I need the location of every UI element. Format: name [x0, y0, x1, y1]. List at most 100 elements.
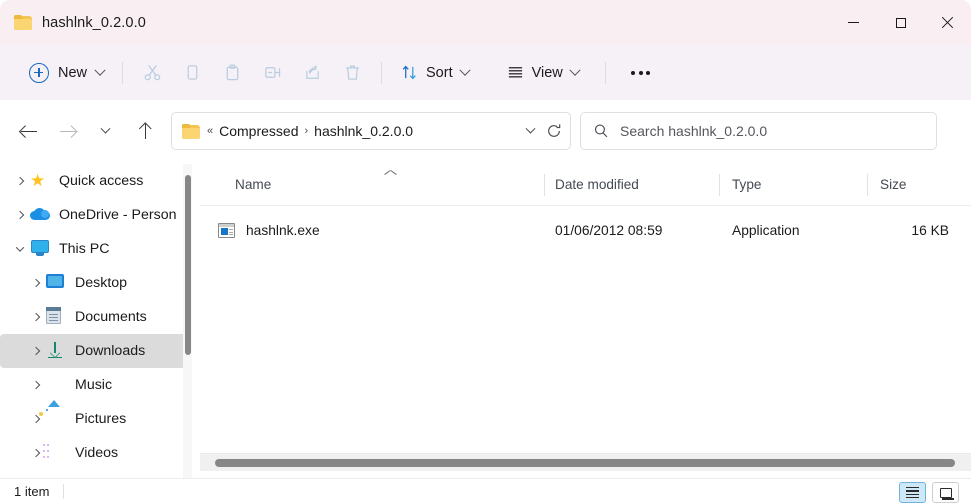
breadcrumb-separator: › — [304, 125, 309, 137]
star-icon: ★ — [30, 171, 46, 190]
folder-icon — [182, 123, 200, 139]
large-icons-view-button[interactable] — [932, 482, 959, 503]
column-header-size[interactable]: Size — [868, 164, 971, 206]
back-button[interactable] — [12, 114, 46, 148]
search-box[interactable]: Search hashlnk_0.2.0.0 — [580, 112, 937, 150]
desktop-icon — [46, 273, 66, 293]
horizontal-scrollbar[interactable] — [200, 453, 971, 471]
status-bar: 1 item — [0, 478, 971, 504]
share-button[interactable] — [292, 55, 332, 91]
refresh-icon — [548, 124, 561, 137]
sidebar-item-label: Quick access — [59, 173, 144, 189]
view-button-label: View — [531, 64, 563, 81]
chevron-right-icon[interactable] — [26, 380, 46, 390]
toolbar-divider — [122, 61, 124, 84]
chevron-right-icon[interactable] — [26, 312, 46, 322]
delete-button[interactable] — [332, 55, 372, 91]
window-title: hashlnk_0.2.0.0 — [42, 14, 146, 31]
chevron-right-icon[interactable] — [26, 278, 46, 288]
sidebar-item-quick-access[interactable]: ★ Quick access — [0, 164, 192, 198]
column-header-name-label: Name — [235, 177, 272, 192]
chevron-down-icon — [100, 123, 110, 134]
sidebar-scrollbar[interactable] — [183, 164, 192, 482]
sort-button[interactable]: Sort — [391, 56, 479, 90]
sort-arrows-icon — [402, 65, 416, 80]
column-header-size-label: Size — [880, 177, 907, 192]
sidebar-item-label: Pictures — [75, 411, 127, 427]
new-button[interactable]: New — [25, 56, 113, 90]
downloads-icon — [46, 341, 66, 361]
maximize-button[interactable] — [877, 0, 924, 45]
file-date-cell: 01/06/2012 08:59 — [555, 222, 663, 238]
trash-icon — [345, 65, 359, 80]
column-header-type[interactable]: Type — [720, 164, 868, 206]
close-icon — [941, 16, 954, 29]
share-icon — [305, 65, 319, 79]
chevron-right-icon[interactable] — [26, 346, 46, 356]
status-divider — [63, 484, 65, 499]
documents-icon — [46, 307, 66, 327]
details-view-button[interactable] — [899, 482, 926, 503]
details-view-icon — [906, 486, 919, 499]
sidebar-item-label: Videos — [75, 445, 119, 461]
address-bar-row: « Compressed › hashlnk_0.2.0.0 Search ha… — [0, 100, 971, 162]
ellipsis-icon — [631, 70, 651, 75]
sidebar-item-videos[interactable]: Videos — [0, 436, 192, 470]
cut-button[interactable] — [132, 55, 172, 91]
window-controls — [830, 0, 971, 45]
minimize-button[interactable] — [830, 0, 877, 45]
chevron-down-icon — [458, 64, 471, 76]
sidebar-item-desktop[interactable]: Desktop — [0, 266, 192, 300]
search-input[interactable]: Search hashlnk_0.2.0.0 — [620, 123, 767, 139]
file-size-cell: 16 KB — [911, 222, 949, 238]
breadcrumb-item-current[interactable]: hashlnk_0.2.0.0 — [310, 120, 417, 142]
arrow-up-icon — [138, 122, 152, 140]
scissors-icon — [144, 65, 160, 81]
recent-locations-button[interactable] — [88, 114, 122, 148]
chevron-right-icon[interactable] — [10, 210, 30, 220]
sidebar-item-downloads[interactable]: Downloads — [0, 334, 192, 368]
minimize-icon — [848, 22, 859, 23]
pc-icon — [30, 239, 50, 259]
sidebar-item-pictures[interactable]: Pictures — [0, 400, 192, 436]
chevron-right-icon[interactable] — [26, 414, 46, 424]
hamburger-icon — [508, 67, 522, 78]
column-header-row: Name Date modified Type Size — [200, 164, 971, 206]
sidebar-item-label: Documents — [75, 309, 147, 325]
command-bar: New Sort View — [0, 45, 971, 100]
copy-button[interactable] — [172, 55, 212, 91]
view-button[interactable]: View — [497, 56, 589, 90]
up-button[interactable] — [128, 114, 162, 148]
table-row[interactable]: hashlnk.exe 01/06/2012 08:59 Application… — [200, 211, 971, 249]
file-explorer-window: hashlnk_0.2.0.0 New Sort View « Compress… — [0, 0, 971, 504]
sidebar-item-this-pc[interactable]: This PC — [0, 232, 192, 266]
more-options-button[interactable] — [621, 55, 661, 91]
breadcrumb-item-compressed[interactable]: Compressed — [215, 120, 302, 142]
chevron-right-icon[interactable] — [10, 176, 30, 186]
chevron-down-icon[interactable] — [525, 123, 536, 134]
paste-button[interactable] — [212, 55, 252, 91]
search-icon — [594, 124, 608, 138]
cloud-icon — [30, 205, 50, 225]
rename-button[interactable] — [252, 55, 292, 91]
sort-ascending-icon — [385, 169, 396, 176]
close-button[interactable] — [924, 0, 971, 45]
column-header-date-label: Date modified — [555, 177, 639, 192]
chevron-down-icon[interactable] — [10, 243, 30, 252]
sidebar-item-documents[interactable]: Documents — [0, 300, 192, 334]
file-list-pane: Name Date modified Type Size hashlnk.exe… — [200, 164, 971, 482]
sidebar-item-onedrive[interactable]: OneDrive - Person — [0, 198, 192, 232]
forward-button[interactable] — [50, 114, 84, 148]
sidebar-item-label: Music — [75, 377, 113, 393]
address-bar[interactable]: « Compressed › hashlnk_0.2.0.0 — [171, 112, 571, 150]
horizontal-scrollbar-thumb[interactable] — [215, 459, 955, 467]
column-header-date-modified[interactable]: Date modified — [545, 164, 720, 206]
sidebar-scrollbar-thumb[interactable] — [185, 175, 191, 355]
sidebar-item-music[interactable]: ♪ Music — [0, 368, 192, 402]
refresh-button[interactable] — [546, 123, 562, 139]
new-button-label: New — [58, 64, 88, 81]
file-name-cell[interactable]: hashlnk.exe — [200, 222, 545, 238]
column-header-name[interactable]: Name — [200, 164, 545, 206]
column-header-type-label: Type — [732, 177, 762, 192]
rename-icon — [264, 67, 280, 78]
